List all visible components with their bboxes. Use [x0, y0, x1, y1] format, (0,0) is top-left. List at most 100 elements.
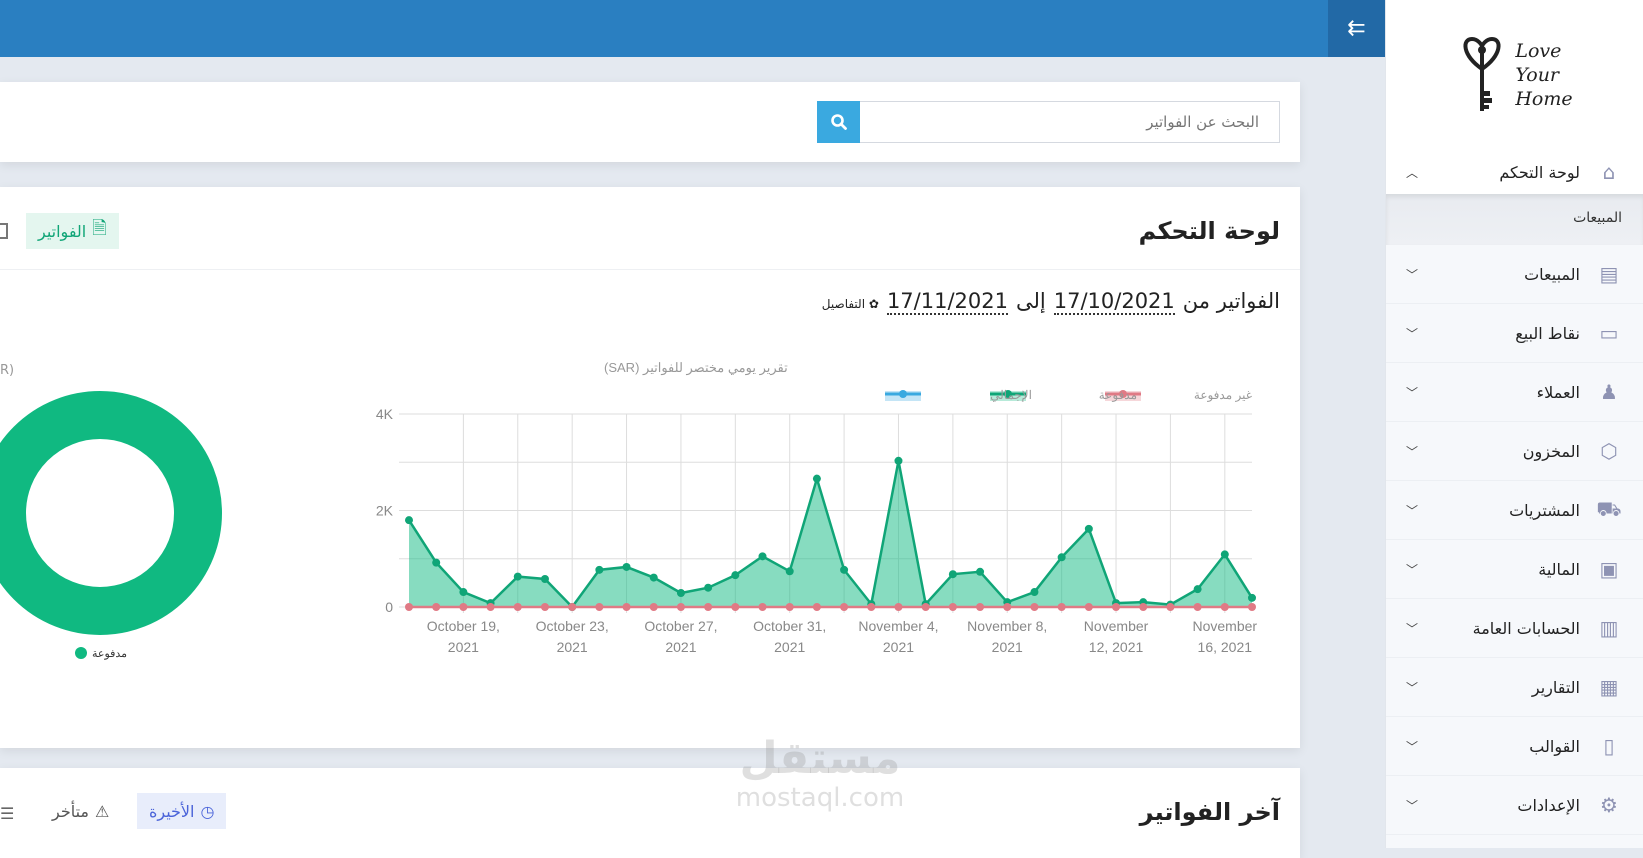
unpaid-point [731, 603, 740, 611]
chevron-down-icon: ﹀ [1406, 798, 1419, 813]
paid-point [595, 565, 604, 574]
sidebar-item-label: القوالب [1529, 736, 1580, 756]
sidebar-item[interactable]: ▭ نقاط البيع ﹀ [1386, 304, 1643, 363]
x-tick-label: October 31, [753, 618, 826, 634]
unpaid-point [894, 603, 903, 611]
unpaid-point [1193, 603, 1202, 611]
customers-icon: ♟ [1600, 380, 1618, 404]
chevron-down-icon: ﹀ [1406, 385, 1419, 400]
logo-line: Your [1515, 64, 1560, 86]
paid-point [894, 456, 903, 465]
logo[interactable]: Love Your Home [1386, 0, 1643, 150]
x-tick-label: November [1084, 618, 1149, 634]
sidebar-item[interactable]: ⬡ المخزون ﹀ [1386, 422, 1643, 481]
sidebar-item[interactable]: ▯ القوالب ﹀ [1386, 717, 1643, 776]
sidebar-item[interactable]: ▦ التقارير ﹀ [1386, 658, 1643, 717]
sales-icon: ▤ [1599, 262, 1619, 286]
unpaid-point [948, 603, 957, 611]
x-tick-label: 2021 [665, 639, 696, 655]
chevron-down-icon: ﹀ [1406, 562, 1419, 577]
tab-label: متأخر [52, 801, 89, 821]
unpaid-point [976, 603, 985, 611]
sidebar-toggle-button[interactable]: ⇇ [1328, 0, 1385, 57]
pos-icon: ▭ [1599, 321, 1619, 345]
x-tick-label: October 23, [536, 618, 609, 634]
unpaid-point [486, 603, 495, 611]
sidebar-item[interactable]: ▤ المبيعات ﹀ [1386, 245, 1643, 304]
unpaid-point [1112, 603, 1121, 611]
paid-point [1193, 585, 1202, 594]
x-tick-label: November 4, [858, 618, 938, 634]
unpaid-point [1139, 603, 1148, 611]
sidebar-item-label: الحسابات العامة [1472, 618, 1580, 638]
x-tick-label: 2021 [992, 639, 1023, 655]
paid-area [409, 460, 1252, 607]
paid-point [1220, 550, 1229, 559]
unpaid-point [1084, 603, 1093, 611]
unpaid-point [1030, 603, 1039, 611]
x-tick-label: 2021 [448, 639, 479, 655]
logo-text: Love Your Home [1515, 39, 1572, 111]
gear-icon: ⚙ [1600, 793, 1618, 817]
unpaid-point [568, 603, 577, 611]
x-tick-label: 12, 2021 [1089, 639, 1144, 655]
sidebar-item-label: التقارير [1531, 677, 1580, 697]
tab-label: الأخيرة [149, 801, 195, 821]
sidebar-item-label: نقاط البيع [1515, 323, 1580, 343]
x-tick-label: 2021 [883, 639, 914, 655]
paid-point [459, 588, 468, 597]
x-tick-label: October 27, [644, 618, 717, 634]
sidebar-item-label: المشتريات [1509, 500, 1580, 520]
x-tick-label: November [1193, 618, 1258, 634]
money-icon: ▥ [1599, 616, 1619, 640]
paid-point [758, 552, 767, 561]
paid-point [1084, 524, 1093, 533]
unpaid-point [405, 603, 413, 611]
unpaid-point [513, 603, 522, 611]
donut-legend-marker [75, 647, 87, 659]
sidebar-item-label: المالية [1538, 559, 1580, 579]
section-title: آخر الفواتير [1139, 798, 1280, 826]
tab-overdue[interactable]: ⚠ متأخر [40, 793, 121, 829]
unpaid-point [921, 603, 930, 611]
paid-point [513, 572, 522, 581]
unpaid-point [1220, 603, 1229, 611]
list-icon[interactable]: ☰ [0, 804, 14, 823]
legend-label: الإجمالي [990, 388, 1032, 403]
sidebar-item-label: لوحة التحكم [1499, 162, 1580, 182]
unpaid-point [785, 603, 794, 611]
paid-point [948, 570, 957, 579]
truck-icon: ⛟ [1596, 496, 1622, 521]
unpaid-point [622, 603, 631, 611]
x-tick-label: November 8, [967, 618, 1047, 634]
chevron-down-icon: ﹀ [1406, 680, 1419, 695]
sidebar-item-label: العملاء [1536, 382, 1580, 402]
chevron-down-icon: ﹀ [1406, 503, 1419, 518]
paid-point [1030, 588, 1039, 597]
search-button[interactable] [817, 101, 860, 143]
unpaid-point [459, 603, 468, 611]
search-input[interactable] [860, 101, 1280, 143]
unpaid-point [540, 603, 549, 611]
chevron-down-icon: ﹀ [1406, 621, 1419, 636]
chart-icon: ▦ [1599, 675, 1619, 699]
paid-point [785, 567, 794, 576]
unpaid-point [1057, 603, 1066, 611]
sidebar-item[interactable]: ♟ العملاء ﹀ [1386, 363, 1643, 422]
tab-recent[interactable]: ◷ الأخيرة [137, 793, 227, 829]
submenu-item-sales[interactable]: المبيعات [1386, 194, 1643, 245]
unpaid-point [840, 603, 849, 611]
legend-label: غير مدفوعة [1194, 388, 1252, 402]
paid-point [1248, 593, 1256, 602]
donut-slice-paid [0, 391, 222, 635]
sidebar-item[interactable]: ▣ المالية ﹀ [1386, 540, 1643, 599]
x-tick-label: 2021 [557, 639, 588, 655]
paid-point [649, 573, 658, 582]
sidebar-item[interactable]: ⛟ المشتريات ﹀ [1386, 481, 1643, 540]
unpaid-point [812, 603, 821, 611]
chevron-down-icon: ﹀ [1406, 444, 1419, 459]
sidebar-item[interactable]: ▥ الحسابات العامة ﹀ [1386, 599, 1643, 658]
sidebar-item-dashboard[interactable]: ⌂ لوحة التحكم ︿ [1386, 150, 1643, 194]
charts-svg: 0 2K 4K October 19, 2021 October 23, 2021 Octob… [0, 360, 1258, 660]
sidebar-item[interactable]: ⚙ الإعدادات ﹀ [1386, 776, 1643, 835]
